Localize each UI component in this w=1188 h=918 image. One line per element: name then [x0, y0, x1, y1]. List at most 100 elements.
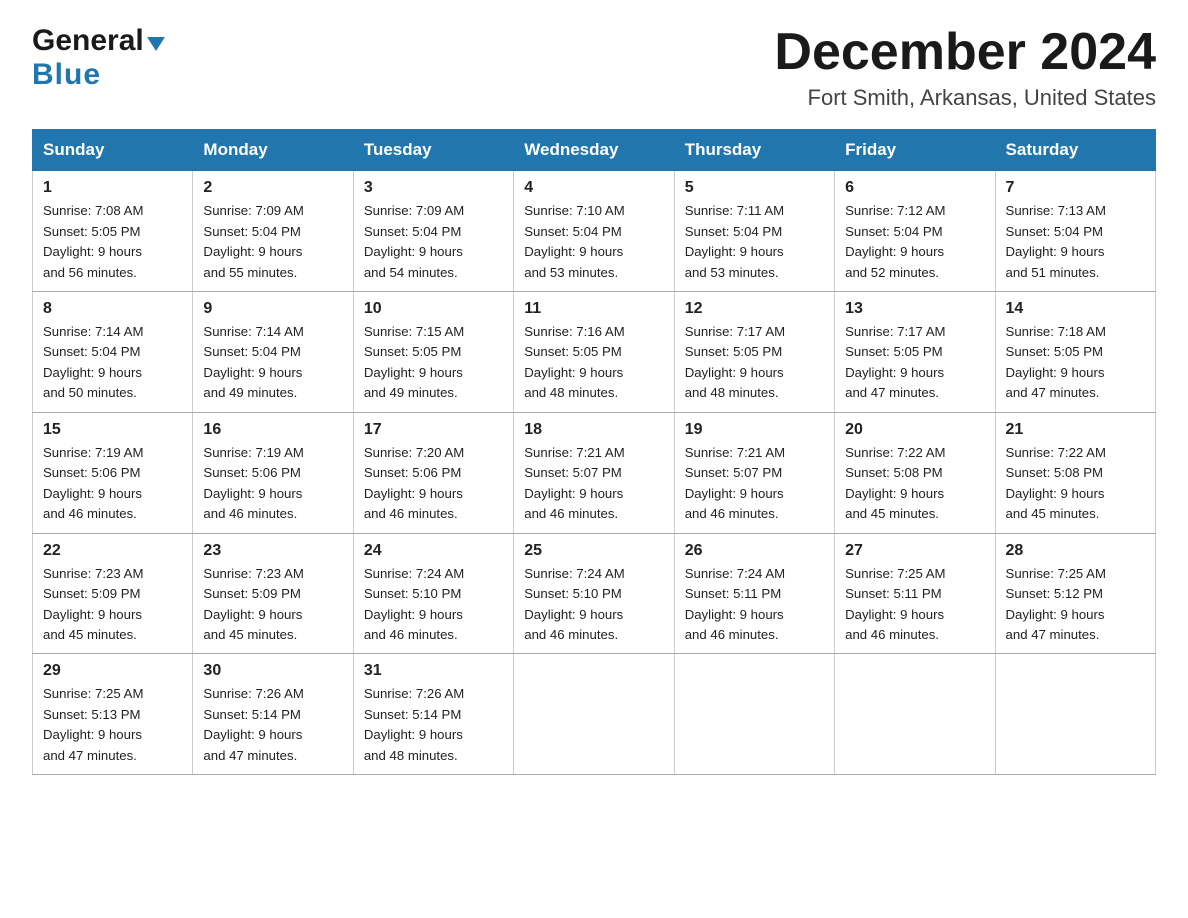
day-number: 27 [845, 542, 984, 560]
day-info: Sunrise: 7:21 AMSunset: 5:07 PMDaylight:… [685, 443, 824, 525]
day-number: 19 [685, 421, 824, 439]
calendar-cell: 24Sunrise: 7:24 AMSunset: 5:10 PMDayligh… [353, 533, 513, 654]
calendar-cell: 8 Sunrise: 7:14 AMSunset: 5:04 PMDaylight… [33, 292, 193, 413]
calendar-cell: 13 Sunrise: 7:17 AMSunset: 5:05 PMDayligh… [835, 292, 995, 413]
day-info: Sunrise: 7:24 AMSunset: 5:10 PMDaylight:… [524, 564, 663, 646]
calendar-cell: 20 Sunrise: 7:22 AMSunset: 5:08 PMDayligh… [835, 412, 995, 533]
day-number: 12 [685, 300, 824, 318]
logo-triangle-icon [147, 37, 165, 51]
location-subtitle: Fort Smith, Arkansas, United States [774, 85, 1156, 111]
day-info: Sunrise: 7:08 AMSunset: 5:05 PMDaylight:… [43, 201, 182, 283]
day-info: Sunrise: 7:14 AMSunset: 5:04 PMDaylight:… [43, 322, 182, 404]
day-number: 2 [203, 179, 342, 197]
col-monday: Monday [193, 130, 353, 171]
day-info: Sunrise: 7:26 AMSunset: 5:14 PMDaylight:… [364, 684, 503, 766]
day-info: Sunrise: 7:09 AMSunset: 5:04 PMDaylight:… [203, 201, 342, 283]
col-tuesday: Tuesday [353, 130, 513, 171]
day-number: 13 [845, 300, 984, 318]
day-info: Sunrise: 7:26 AMSunset: 5:14 PMDaylight:… [203, 684, 342, 766]
day-info: Sunrise: 7:17 AMSunset: 5:05 PMDaylight:… [845, 322, 984, 404]
day-number: 15 [43, 421, 182, 439]
day-number: 6 [845, 179, 984, 197]
calendar-cell: 11Sunrise: 7:16 AMSunset: 5:05 PMDayligh… [514, 292, 674, 413]
month-title: December 2024 [774, 24, 1156, 81]
logo-blue: Blue [32, 58, 101, 91]
calendar-cell: 25Sunrise: 7:24 AMSunset: 5:10 PMDayligh… [514, 533, 674, 654]
title-area: December 2024 Fort Smith, Arkansas, Unit… [774, 24, 1156, 111]
day-number: 7 [1006, 179, 1145, 197]
calendar-cell: 19 Sunrise: 7:21 AMSunset: 5:07 PMDayligh… [674, 412, 834, 533]
calendar-cell: 5 Sunrise: 7:11 AMSunset: 5:04 PMDaylight… [674, 171, 834, 292]
day-info: Sunrise: 7:22 AMSunset: 5:08 PMDaylight:… [845, 443, 984, 525]
calendar-cell: 29Sunrise: 7:25 AMSunset: 5:13 PMDayligh… [33, 654, 193, 775]
week-row-4: 22 Sunrise: 7:23 AMSunset: 5:09 PMDayligh… [33, 533, 1156, 654]
calendar-header: Sunday Monday Tuesday Wednesday Thursday… [33, 130, 1156, 171]
day-number: 21 [1006, 421, 1145, 439]
calendar-cell: 10Sunrise: 7:15 AMSunset: 5:05 PMDayligh… [353, 292, 513, 413]
day-number: 18 [524, 421, 663, 439]
calendar-cell: 14 Sunrise: 7:18 AMSunset: 5:05 PMDayligh… [995, 292, 1155, 413]
day-info: Sunrise: 7:23 AMSunset: 5:09 PMDaylight:… [203, 564, 342, 646]
calendar-cell: 28Sunrise: 7:25 AMSunset: 5:12 PMDayligh… [995, 533, 1155, 654]
week-row-5: 29Sunrise: 7:25 AMSunset: 5:13 PMDayligh… [33, 654, 1156, 775]
day-number: 9 [203, 300, 342, 318]
day-info: Sunrise: 7:19 AMSunset: 5:06 PMDaylight:… [203, 443, 342, 525]
day-info: Sunrise: 7:23 AMSunset: 5:09 PMDaylight:… [43, 564, 182, 646]
week-row-2: 8 Sunrise: 7:14 AMSunset: 5:04 PMDaylight… [33, 292, 1156, 413]
col-saturday: Saturday [995, 130, 1155, 171]
day-info: Sunrise: 7:25 AMSunset: 5:11 PMDaylight:… [845, 564, 984, 646]
calendar-cell: 9 Sunrise: 7:14 AMSunset: 5:04 PMDaylight… [193, 292, 353, 413]
calendar-cell: 21 Sunrise: 7:22 AMSunset: 5:08 PMDayligh… [995, 412, 1155, 533]
logo-line2: Blue [32, 58, 101, 92]
calendar-cell: 26 Sunrise: 7:24 AMSunset: 5:11 PMDayligh… [674, 533, 834, 654]
day-number: 17 [364, 421, 503, 439]
day-number: 5 [685, 179, 824, 197]
calendar-cell: 31 Sunrise: 7:26 AMSunset: 5:14 PMDayligh… [353, 654, 513, 775]
day-number: 28 [1006, 542, 1145, 560]
day-number: 31 [364, 662, 503, 680]
day-info: Sunrise: 7:09 AMSunset: 5:04 PMDaylight:… [364, 201, 503, 283]
calendar-cell [514, 654, 674, 775]
calendar-body: 1 Sunrise: 7:08 AMSunset: 5:05 PMDaylight… [33, 171, 1156, 775]
calendar-table: Sunday Monday Tuesday Wednesday Thursday… [32, 129, 1156, 775]
day-info: Sunrise: 7:22 AMSunset: 5:08 PMDaylight:… [1006, 443, 1145, 525]
logo-general: General [32, 24, 144, 57]
day-info: Sunrise: 7:11 AMSunset: 5:04 PMDaylight:… [685, 201, 824, 283]
day-number: 8 [43, 300, 182, 318]
day-info: Sunrise: 7:17 AMSunset: 5:05 PMDaylight:… [685, 322, 824, 404]
calendar-cell: 6 Sunrise: 7:12 AMSunset: 5:04 PMDaylight… [835, 171, 995, 292]
day-number: 22 [43, 542, 182, 560]
calendar-cell: 23 Sunrise: 7:23 AMSunset: 5:09 PMDayligh… [193, 533, 353, 654]
calendar-cell: 12 Sunrise: 7:17 AMSunset: 5:05 PMDayligh… [674, 292, 834, 413]
header-row: Sunday Monday Tuesday Wednesday Thursday… [33, 130, 1156, 171]
day-number: 23 [203, 542, 342, 560]
day-number: 4 [524, 179, 663, 197]
calendar-cell: 18 Sunrise: 7:21 AMSunset: 5:07 PMDayligh… [514, 412, 674, 533]
day-info: Sunrise: 7:21 AMSunset: 5:07 PMDaylight:… [524, 443, 663, 525]
col-friday: Friday [835, 130, 995, 171]
day-info: Sunrise: 7:14 AMSunset: 5:04 PMDaylight:… [203, 322, 342, 404]
day-info: Sunrise: 7:24 AMSunset: 5:10 PMDaylight:… [364, 564, 503, 646]
day-info: Sunrise: 7:16 AMSunset: 5:05 PMDaylight:… [524, 322, 663, 404]
day-number: 26 [685, 542, 824, 560]
day-info: Sunrise: 7:24 AMSunset: 5:11 PMDaylight:… [685, 564, 824, 646]
day-number: 3 [364, 179, 503, 197]
day-info: Sunrise: 7:10 AMSunset: 5:04 PMDaylight:… [524, 201, 663, 283]
day-number: 29 [43, 662, 182, 680]
calendar-cell [995, 654, 1155, 775]
calendar-cell: 15Sunrise: 7:19 AMSunset: 5:06 PMDayligh… [33, 412, 193, 533]
calendar-cell: 7Sunrise: 7:13 AMSunset: 5:04 PMDaylight… [995, 171, 1155, 292]
logo: General Blue [32, 24, 165, 92]
day-number: 1 [43, 179, 182, 197]
calendar-cell: 17Sunrise: 7:20 AMSunset: 5:06 PMDayligh… [353, 412, 513, 533]
day-number: 16 [203, 421, 342, 439]
calendar-cell [835, 654, 995, 775]
day-info: Sunrise: 7:18 AMSunset: 5:05 PMDaylight:… [1006, 322, 1145, 404]
col-sunday: Sunday [33, 130, 193, 171]
calendar-cell: 27 Sunrise: 7:25 AMSunset: 5:11 PMDayligh… [835, 533, 995, 654]
day-number: 14 [1006, 300, 1145, 318]
col-thursday: Thursday [674, 130, 834, 171]
day-number: 20 [845, 421, 984, 439]
calendar-cell: 3 Sunrise: 7:09 AMSunset: 5:04 PMDaylight… [353, 171, 513, 292]
day-info: Sunrise: 7:12 AMSunset: 5:04 PMDaylight:… [845, 201, 984, 283]
